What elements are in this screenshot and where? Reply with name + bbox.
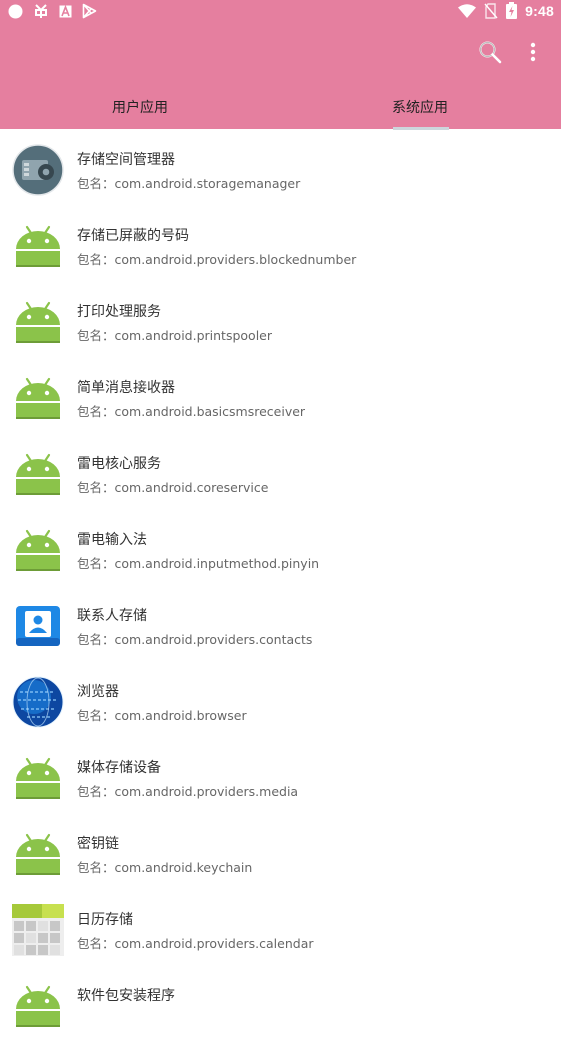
android-icon xyxy=(12,296,64,348)
list-item[interactable]: 雷电核心服务 包名：com.android.coreservice xyxy=(0,433,561,509)
list-item[interactable]: 联系人存储 包名：com.android.providers.contacts xyxy=(0,585,561,661)
list-item[interactable]: 浏览器 包名：com.android.browser xyxy=(0,661,561,737)
app-name: 打印处理服务 xyxy=(77,304,161,320)
search-button[interactable] xyxy=(476,38,504,66)
app-header: 9:48 用户应用 系统应用 xyxy=(0,0,561,130)
search-icon xyxy=(479,41,502,64)
contacts-icon xyxy=(12,600,64,652)
list-item[interactable]: 雷电输入法 包名：com.android.inputmethod.pinyin xyxy=(0,509,561,585)
package-name: 包名：com.android.browser xyxy=(77,708,247,723)
app-name: 软件包安装程序 xyxy=(77,988,175,1004)
list-item[interactable]: 简单消息接收器 包名：com.android.basicsmsreceiver xyxy=(0,357,561,433)
package-name: 包名：com.android.keychain xyxy=(77,860,253,875)
app-name: 媒体存储设备 xyxy=(77,760,161,776)
list-item[interactable]: 存储已屏蔽的号码 包名：com.android.providers.blocke… xyxy=(0,205,561,281)
package-name: 包名：com.android.printspooler xyxy=(77,328,272,343)
font-a-icon xyxy=(59,4,72,17)
app-name: 雷电输入法 xyxy=(77,532,147,548)
package-name: 包名：com.android.providers.calendar xyxy=(77,936,314,951)
android-icon xyxy=(12,828,64,880)
more-options-button[interactable] xyxy=(519,38,547,66)
package-name: 包名：com.android.providers.blockednumber xyxy=(77,252,357,267)
play-store-icon xyxy=(82,3,97,19)
tab-bar: 用户应用 系统应用 xyxy=(0,84,561,129)
tab-user-apps[interactable]: 用户应用 xyxy=(0,84,280,129)
app-name: 日历存储 xyxy=(77,912,133,928)
app-name: 密钥链 xyxy=(77,836,119,852)
more-vert-icon xyxy=(530,42,536,62)
package-name: 包名：com.android.providers.media xyxy=(77,784,299,799)
list-item[interactable]: 密钥链 包名：com.android.keychain xyxy=(0,813,561,889)
status-bar: 9:48 xyxy=(0,0,561,24)
circle-icon xyxy=(8,4,23,18)
package-name: 包名：com.android.storagemanager xyxy=(77,176,301,191)
app-name: 存储空间管理器 xyxy=(77,152,175,168)
calendar-icon xyxy=(12,904,64,956)
android-icon xyxy=(12,524,64,576)
app-list: 存储空间管理器 包名：com.android.storagemanager 存储… xyxy=(0,129,561,1041)
list-item[interactable]: 软件包安装程序 xyxy=(0,965,561,1041)
tab-system-apps[interactable]: 系统应用 xyxy=(280,84,560,129)
status-time: 9:48 xyxy=(525,2,554,19)
bug-icon xyxy=(35,4,47,18)
list-item[interactable]: 媒体存储设备 包名：com.android.providers.media xyxy=(0,737,561,813)
android-icon xyxy=(12,220,64,272)
list-item[interactable]: 打印处理服务 包名：com.android.printspooler xyxy=(0,281,561,357)
list-item[interactable]: 存储空间管理器 包名：com.android.storagemanager xyxy=(0,129,561,205)
app-name: 雷电核心服务 xyxy=(77,456,161,472)
app-name: 存储已屏蔽的号码 xyxy=(77,228,189,244)
no-sim-icon xyxy=(484,2,498,19)
android-icon xyxy=(12,448,64,500)
package-name: 包名：com.android.inputmethod.pinyin xyxy=(77,556,320,571)
android-icon xyxy=(12,752,64,804)
android-icon xyxy=(12,980,64,1032)
list-item[interactable]: 日历存储 包名：com.android.providers.calendar xyxy=(0,889,561,965)
battery-charging-icon xyxy=(506,2,518,19)
package-name: 包名：com.android.providers.contacts xyxy=(77,632,313,647)
wifi-icon xyxy=(458,3,477,18)
app-name: 联系人存储 xyxy=(77,608,147,624)
package-name: 包名：com.android.coreservice xyxy=(77,480,269,495)
package-name: 包名：com.android.basicsmsreceiver xyxy=(77,404,306,419)
storage-manager-icon xyxy=(12,144,64,196)
app-name: 浏览器 xyxy=(77,684,119,700)
app-name: 简单消息接收器 xyxy=(77,380,175,396)
android-icon xyxy=(12,372,64,424)
browser-globe-icon xyxy=(12,676,64,728)
